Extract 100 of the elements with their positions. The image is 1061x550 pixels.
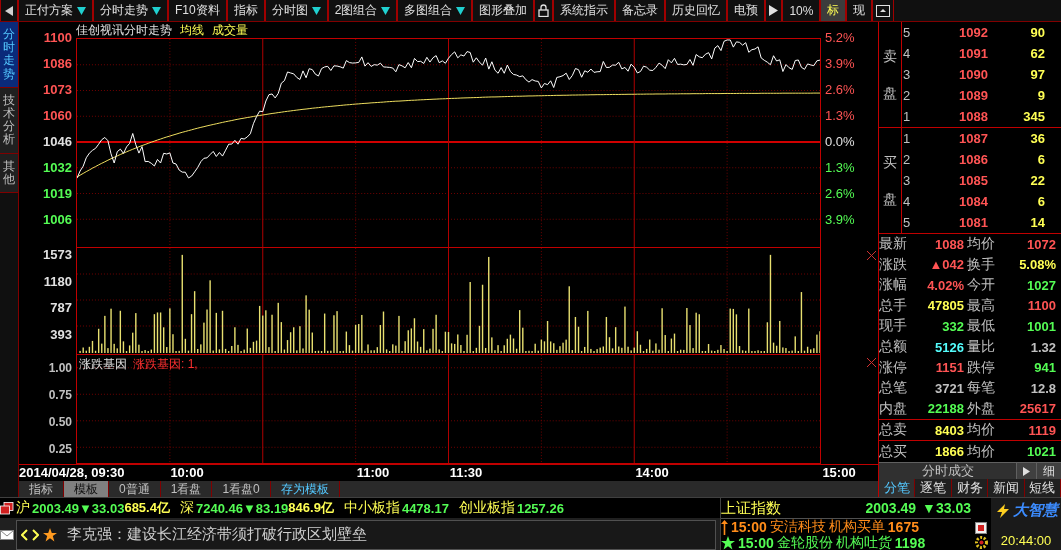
stat-value: 1866 [934, 444, 965, 460]
toolbar-button[interactable]: 现 [846, 0, 873, 21]
toolbar-icon-button[interactable] [534, 0, 554, 21]
order-volume: 97 [1029, 67, 1046, 82]
clock: 20:44:00 [1000, 533, 1052, 548]
stat-label: 总买 [879, 442, 908, 461]
stat-value: 3721 [934, 380, 965, 396]
toolbar-button[interactable]: 系统指示 [553, 0, 616, 21]
order-price: 1090 [958, 67, 988, 82]
time-axis-label: 14:00 [635, 465, 669, 481]
stat-value: 1119 [1027, 422, 1057, 438]
stat-value: 5.08% [1018, 257, 1057, 273]
alert-event: 机构买单 [828, 518, 885, 535]
time-axis-label: 2014/04/28, 09:30 [19, 465, 125, 481]
previous-icon[interactable] [21, 528, 28, 541]
toolbar-button[interactable]: 备忘录 [615, 0, 666, 21]
order-price: 1089 [958, 88, 988, 103]
stat-value: 1072 [1026, 236, 1057, 252]
alert-time: 15:00 [738, 535, 774, 550]
play-button[interactable] [1016, 463, 1036, 479]
order-volume: 62 [1029, 46, 1046, 61]
indicator-axis-label: 0.75 [48, 387, 72, 404]
stat-value: 25617 [1018, 401, 1057, 417]
toolbar-button[interactable]: 分时图 [264, 0, 328, 21]
alert-value: 1198 [894, 535, 926, 550]
toolbar-button[interactable]: 多图组合 [397, 0, 473, 21]
index-amount: 685.4亿 [124, 499, 170, 517]
percent-axis-label: 3.9% [825, 57, 856, 73]
order-volume: 36 [1029, 131, 1046, 146]
stat-label: 均价 [967, 421, 996, 440]
toolbar-button[interactable]: 正付方案 [18, 0, 93, 21]
stat-label: 均价 [967, 235, 996, 254]
stat-value: 1151 [934, 360, 965, 376]
legend-label: 均线 [180, 21, 204, 39]
next-icon[interactable] [32, 528, 39, 541]
toolbar-button[interactable]: 图形叠加 [472, 0, 535, 21]
order-volume: 345 [1022, 109, 1046, 124]
toolbar-button[interactable]: 电预 [727, 0, 766, 21]
percent-axis-label: 1.3% [825, 109, 856, 125]
calendar-icon[interactable] [975, 522, 987, 534]
index-name: 中小板指 [343, 499, 400, 517]
stat-label: 最新 [879, 235, 908, 254]
stat-label: 换手 [967, 255, 996, 274]
stat-label: 今开 [967, 276, 996, 295]
percent-axis-label: 1.3% [825, 161, 856, 177]
toolbar-button[interactable]: F10资料 [168, 0, 227, 21]
toolbar-button[interactable]: 历史回忆 [665, 0, 728, 21]
stat-label: 总额 [879, 338, 908, 356]
order-level: 2 [902, 152, 912, 167]
detail-tab[interactable]: 分笔 [879, 479, 916, 497]
up-arrow-icon [721, 519, 728, 535]
toolbar-icon-button[interactable] [765, 0, 783, 21]
stat-label: 涨停 [879, 358, 908, 377]
toolbar-button[interactable]: 10% [782, 0, 821, 21]
toolbar-button[interactable]: 标 [820, 0, 847, 21]
toolbar-button[interactable]: 2图组合 [327, 0, 398, 21]
brand-logo: 大智慧 [994, 501, 1058, 520]
order-price: 1092 [958, 25, 988, 40]
time-axis-label: 15:00 [822, 465, 856, 481]
time-axis-label: 11:30 [449, 465, 483, 481]
side-tab[interactable]: 其他 [0, 153, 18, 193]
stat-value: 1027 [1026, 277, 1057, 293]
order-level: 4 [902, 194, 912, 209]
alert-value: 1675 [887, 519, 919, 535]
toolbar-button[interactable]: 指标 [226, 0, 265, 21]
time-axis-label: 10:00 [170, 465, 204, 481]
detail-button[interactable]: 细 [1036, 463, 1061, 479]
order-price: 1085 [958, 173, 988, 188]
stat-value: 12.8 [1029, 380, 1057, 396]
dropdown-icon [77, 6, 86, 15]
stat-label: 涨跌 [879, 255, 908, 274]
windows-icon [0, 501, 14, 515]
order-side-label: 买盘 [878, 128, 902, 233]
stat-label: 涨幅 [879, 276, 908, 295]
stat-value: 941 [1033, 360, 1057, 376]
order-level: 3 [902, 67, 912, 82]
stat-label: 每笔 [967, 379, 996, 398]
chart-title: 佳创视讯分时走势 [76, 21, 172, 39]
side-tab[interactable]: 技术分析 [0, 87, 18, 154]
volume-axis-label: 787 [50, 301, 72, 317]
window-icon [876, 4, 891, 17]
order-volume: 6 [1036, 194, 1046, 209]
percent-axis-label: 3.9% [825, 213, 856, 229]
toolbar-button[interactable]: 分时走势 [93, 0, 168, 21]
template-tab[interactable]: 模板 [64, 481, 109, 497]
close-icon[interactable] [867, 357, 876, 367]
toolbar-icon-button[interactable] [0, 0, 18, 21]
side-tab[interactable]: 分时走势 [0, 22, 18, 88]
toolbar-icon-button[interactable] [872, 0, 895, 21]
order-side-label: 卖盘 [878, 22, 902, 127]
close-icon[interactable] [867, 251, 876, 260]
order-price: 1091 [958, 46, 988, 61]
order-price: 1086 [958, 152, 988, 167]
index-value: 2003.49 [32, 500, 79, 516]
play-icon [1023, 466, 1030, 476]
gear-icon[interactable] [974, 536, 988, 549]
percent-axis-label: 2.6% [825, 187, 856, 203]
stat-value: 1.32 [1029, 339, 1057, 355]
percent-axis-label: 5.2% [825, 31, 856, 47]
indicator-axis-label: 0.25 [48, 441, 72, 458]
